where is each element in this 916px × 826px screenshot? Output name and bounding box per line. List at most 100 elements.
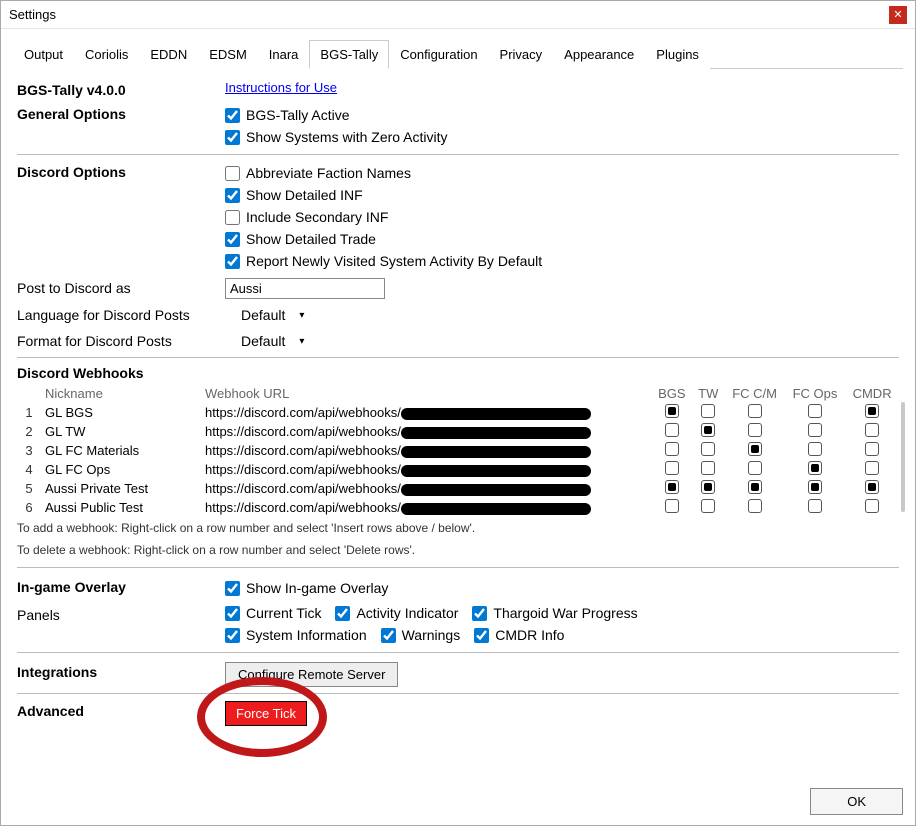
- webhook-nickname[interactable]: GL FC Materials: [41, 441, 201, 460]
- webhook-flag-checkbox[interactable]: [748, 442, 762, 456]
- webhook-flag-checkbox[interactable]: [808, 480, 822, 494]
- webhook-flag-checkbox[interactable]: [665, 423, 679, 437]
- discord-opt-checkbox-1[interactable]: [225, 188, 240, 203]
- discord-opt-checkbox-3[interactable]: [225, 232, 240, 247]
- tab-coriolis[interactable]: Coriolis: [74, 40, 139, 69]
- general-opt-checkbox-0[interactable]: [225, 108, 240, 123]
- webhook-flag-checkbox[interactable]: [748, 480, 762, 494]
- discord-opt-checkbox-4[interactable]: [225, 254, 240, 269]
- webhook-flag-checkbox[interactable]: [665, 404, 679, 418]
- webhook-header: CMDR: [845, 384, 899, 403]
- row-number[interactable]: 1: [17, 403, 41, 422]
- tab-appearance[interactable]: Appearance: [553, 40, 645, 69]
- tab-plugins[interactable]: Plugins: [645, 40, 710, 69]
- instructions-link[interactable]: Instructions for Use: [225, 80, 337, 95]
- webhook-flag-checkbox[interactable]: [865, 404, 879, 418]
- table-row[interactable]: 2GL TWhttps://discord.com/api/webhooks/: [17, 422, 899, 441]
- tab-privacy[interactable]: Privacy: [489, 40, 554, 69]
- webhook-url[interactable]: https://discord.com/api/webhooks/: [201, 498, 652, 517]
- ok-button[interactable]: OK: [810, 788, 903, 815]
- language-dropdown[interactable]: Default ▾: [237, 305, 308, 325]
- format-dropdown[interactable]: Default ▾: [237, 331, 308, 351]
- post-as-input[interactable]: [225, 278, 385, 299]
- general-opt-label-1: Show Systems with Zero Activity: [246, 129, 448, 145]
- general-opt-label-0: BGS-Tally Active: [246, 107, 349, 123]
- webhook-nickname[interactable]: Aussi Private Test: [41, 479, 201, 498]
- row-number[interactable]: 6: [17, 498, 41, 517]
- webhook-flag-checkbox[interactable]: [665, 442, 679, 456]
- overlay-panels-row1: Current TickActivity IndicatorThargoid W…: [225, 605, 899, 621]
- webhook-flag-checkbox[interactable]: [748, 499, 762, 513]
- webhook-flag-checkbox[interactable]: [865, 423, 879, 437]
- webhook-flag-checkbox[interactable]: [748, 461, 762, 475]
- row-number[interactable]: 5: [17, 479, 41, 498]
- webhook-nickname[interactable]: GL FC Ops: [41, 460, 201, 479]
- webhook-flag-checkbox[interactable]: [701, 423, 715, 437]
- webhook-flag-checkbox[interactable]: [808, 499, 822, 513]
- webhook-header: Nickname: [41, 384, 201, 403]
- webhook-flag-checkbox[interactable]: [808, 461, 822, 475]
- webhook-flag-checkbox[interactable]: [808, 404, 822, 418]
- webhook-flag-checkbox[interactable]: [701, 461, 715, 475]
- webhook-flag-checkbox[interactable]: [808, 423, 822, 437]
- webhook-flag-checkbox[interactable]: [701, 404, 715, 418]
- table-row[interactable]: 6Aussi Public Testhttps://discord.com/ap…: [17, 498, 899, 517]
- webhook-url[interactable]: https://discord.com/api/webhooks/: [201, 403, 652, 422]
- table-row[interactable]: 4GL FC Opshttps://discord.com/api/webhoo…: [17, 460, 899, 479]
- panel2-checkbox-2[interactable]: [474, 628, 489, 643]
- webhook-flag-checkbox[interactable]: [865, 480, 879, 494]
- tab-inara[interactable]: Inara: [258, 40, 310, 69]
- panel1-checkbox-1[interactable]: [335, 606, 350, 621]
- chevron-down-icon: ▾: [299, 336, 304, 347]
- tab-configuration[interactable]: Configuration: [389, 40, 488, 69]
- tab-bar: OutputCoriolisEDDNEDSMInaraBGS-TallyConf…: [13, 39, 903, 69]
- webhook-header: Webhook URL: [201, 384, 652, 403]
- webhook-flag-checkbox[interactable]: [865, 442, 879, 456]
- webhook-flag-checkbox[interactable]: [748, 404, 762, 418]
- general-opt-checkbox-1[interactable]: [225, 130, 240, 145]
- configure-remote-server-button[interactable]: Configure Remote Server: [225, 662, 398, 687]
- discord-options-row: Discord Options Abbreviate Faction Names…: [17, 159, 899, 275]
- webhook-url[interactable]: https://discord.com/api/webhooks/: [201, 422, 652, 441]
- tab-output[interactable]: Output: [13, 40, 74, 69]
- tab-eddn[interactable]: EDDN: [139, 40, 198, 69]
- webhook-url[interactable]: https://discord.com/api/webhooks/: [201, 460, 652, 479]
- webhook-flag-checkbox[interactable]: [701, 499, 715, 513]
- discord-opt-checkbox-2[interactable]: [225, 210, 240, 225]
- tab-edsm[interactable]: EDSM: [198, 40, 258, 69]
- webhook-flag-checkbox[interactable]: [701, 480, 715, 494]
- webhook-flag-checkbox[interactable]: [748, 423, 762, 437]
- scrollbar[interactable]: [901, 402, 905, 512]
- table-row[interactable]: 3GL FC Materialshttps://discord.com/api/…: [17, 441, 899, 460]
- webhook-flag-checkbox[interactable]: [865, 499, 879, 513]
- redacted-text: [401, 484, 591, 496]
- panel1-checkbox-2[interactable]: [472, 606, 487, 621]
- table-row[interactable]: 5Aussi Private Testhttps://discord.com/a…: [17, 479, 899, 498]
- webhook-flag-checkbox[interactable]: [665, 480, 679, 494]
- webhook-flag-checkbox[interactable]: [665, 499, 679, 513]
- panel2-checkbox-0[interactable]: [225, 628, 240, 643]
- show-overlay-checkbox[interactable]: [225, 581, 240, 596]
- discord-opt-checkbox-0[interactable]: [225, 166, 240, 181]
- webhook-flag-checkbox[interactable]: [701, 442, 715, 456]
- webhook-url[interactable]: https://discord.com/api/webhooks/: [201, 479, 652, 498]
- row-number[interactable]: 3: [17, 441, 41, 460]
- webhook-flag-checkbox[interactable]: [808, 442, 822, 456]
- webhook-flag-checkbox[interactable]: [865, 461, 879, 475]
- force-tick-button[interactable]: Force Tick: [225, 701, 307, 726]
- tab-bgs-tally[interactable]: BGS-Tally: [309, 40, 389, 69]
- row-number[interactable]: 4: [17, 460, 41, 479]
- row-number[interactable]: 2: [17, 422, 41, 441]
- panel2-checkbox-1[interactable]: [381, 628, 396, 643]
- table-row[interactable]: 1GL BGShttps://discord.com/api/webhooks/: [17, 403, 899, 422]
- panel1-checkbox-0[interactable]: [225, 606, 240, 621]
- webhook-nickname[interactable]: GL BGS: [41, 403, 201, 422]
- close-button[interactable]: ✕: [889, 6, 907, 24]
- webhooks-table[interactable]: NicknameWebhook URLBGSTWFC C/MFC OpsCMDR…: [17, 384, 899, 517]
- webhook-nickname[interactable]: Aussi Public Test: [41, 498, 201, 517]
- webhook-nickname[interactable]: GL TW: [41, 422, 201, 441]
- webhook-header: [17, 384, 41, 403]
- webhook-url[interactable]: https://discord.com/api/webhooks/: [201, 441, 652, 460]
- discord-options-title: Discord Options: [17, 162, 225, 180]
- webhook-flag-checkbox[interactable]: [665, 461, 679, 475]
